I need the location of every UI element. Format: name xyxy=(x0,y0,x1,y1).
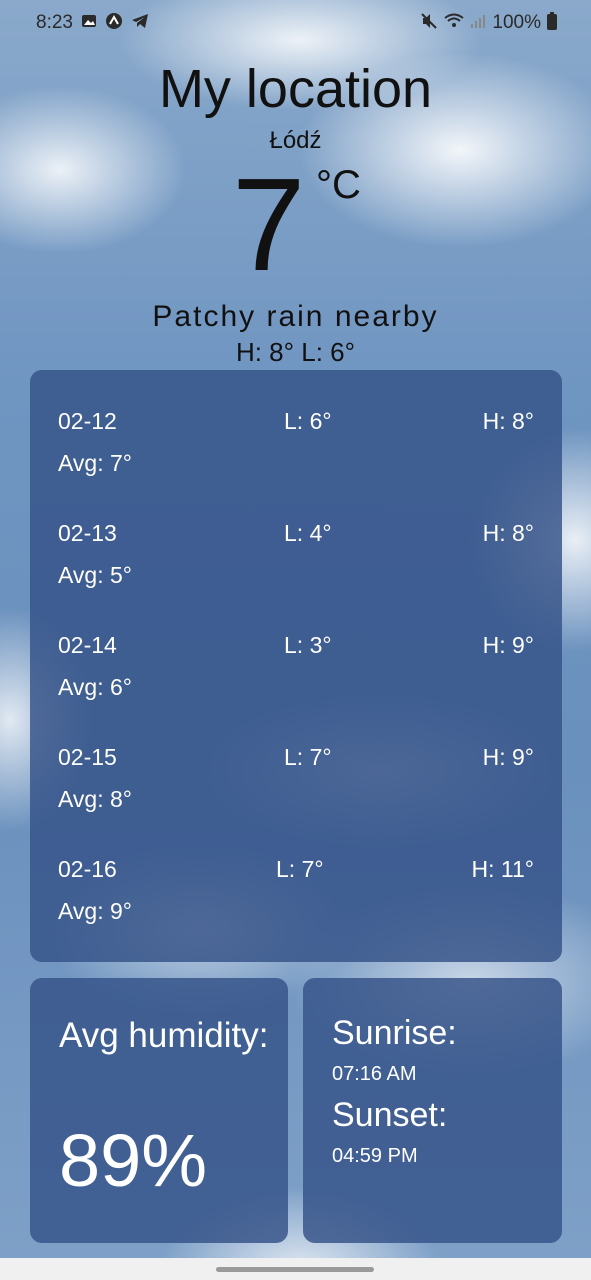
forecast-low: L: 7° xyxy=(284,744,332,770)
battery-icon xyxy=(547,12,557,34)
forecast-date: 02-12 xyxy=(58,408,117,434)
forecast-low: L: 6° xyxy=(284,408,332,434)
sunset-time: 04:59 PM xyxy=(332,1145,418,1167)
telegram-icon xyxy=(131,13,149,33)
forecast-high: H: 9° xyxy=(482,632,534,658)
forecast-high: H: 8° xyxy=(482,520,534,546)
forecast-date: 02-14 xyxy=(58,632,117,658)
status-time: 8:23 xyxy=(36,12,73,33)
current-temperature: 7 xyxy=(232,151,306,298)
forecast-row: 02-13 L: 4° H: 8° Avg: 5° xyxy=(30,482,562,588)
forecast-row: 02-14 L: 3° H: 9° Avg: 6° xyxy=(30,594,562,700)
forecast-high: H: 11° xyxy=(471,856,534,882)
signal-icon xyxy=(470,13,486,33)
sunset-label: Sunset: xyxy=(332,1096,448,1134)
status-bar: 8:23 100% xyxy=(0,0,591,46)
forecast-avg: Avg: 5° xyxy=(58,562,132,588)
forecast-high: H: 9° xyxy=(482,744,534,770)
forecast-row: 02-12 L: 6° H: 8° Avg: 7° xyxy=(30,370,562,476)
forecast-low: L: 4° xyxy=(284,520,332,546)
forecast-avg: Avg: 6° xyxy=(58,674,132,700)
image-icon xyxy=(81,13,97,33)
forecast-low: L: 7° xyxy=(276,856,324,882)
weather-condition: Patchy rain nearby xyxy=(152,300,439,333)
forecast-panel[interactable]: 02-12 L: 6° H: 8° Avg: 7° 02-13 L: 4° H:… xyxy=(30,370,562,962)
high-low: H: 8° L: 6° xyxy=(235,337,356,367)
sun-card: Sunrise: 07:16 AM Sunset: 04:59 PM xyxy=(303,978,562,1243)
humidity-label: Avg humidity: xyxy=(59,1016,269,1055)
forecast-row: 02-16 L: 7° H: 11° Avg: 9° xyxy=(30,818,562,924)
forecast-date: 02-16 xyxy=(58,856,117,882)
battery-percent: 100% xyxy=(492,12,541,33)
forecast-low: L: 3° xyxy=(284,632,332,658)
page-title: My location xyxy=(158,59,433,119)
sunrise-time: 07:16 AM xyxy=(332,1063,417,1085)
mute-icon xyxy=(420,12,438,34)
humidity-value: 89% xyxy=(59,1119,208,1202)
humidity-card: Avg humidity: 89% xyxy=(30,978,288,1243)
forecast-high: H: 8° xyxy=(482,408,534,434)
wifi-icon xyxy=(444,13,465,33)
sunrise-label: Sunrise: xyxy=(332,1014,457,1052)
forecast-date: 02-15 xyxy=(58,744,117,770)
forecast-avg: Avg: 9° xyxy=(58,898,132,924)
forecast-row: 02-15 L: 7° H: 9° Avg: 8° xyxy=(30,706,562,812)
forecast-avg: Avg: 8° xyxy=(58,786,132,812)
app-icon xyxy=(105,12,123,34)
forecast-avg: Avg: 7° xyxy=(58,450,132,476)
forecast-date: 02-13 xyxy=(58,520,117,546)
temperature-unit: °C xyxy=(316,163,361,207)
home-gesture-handle[interactable] xyxy=(216,1267,374,1272)
navigation-bar xyxy=(0,1258,591,1280)
